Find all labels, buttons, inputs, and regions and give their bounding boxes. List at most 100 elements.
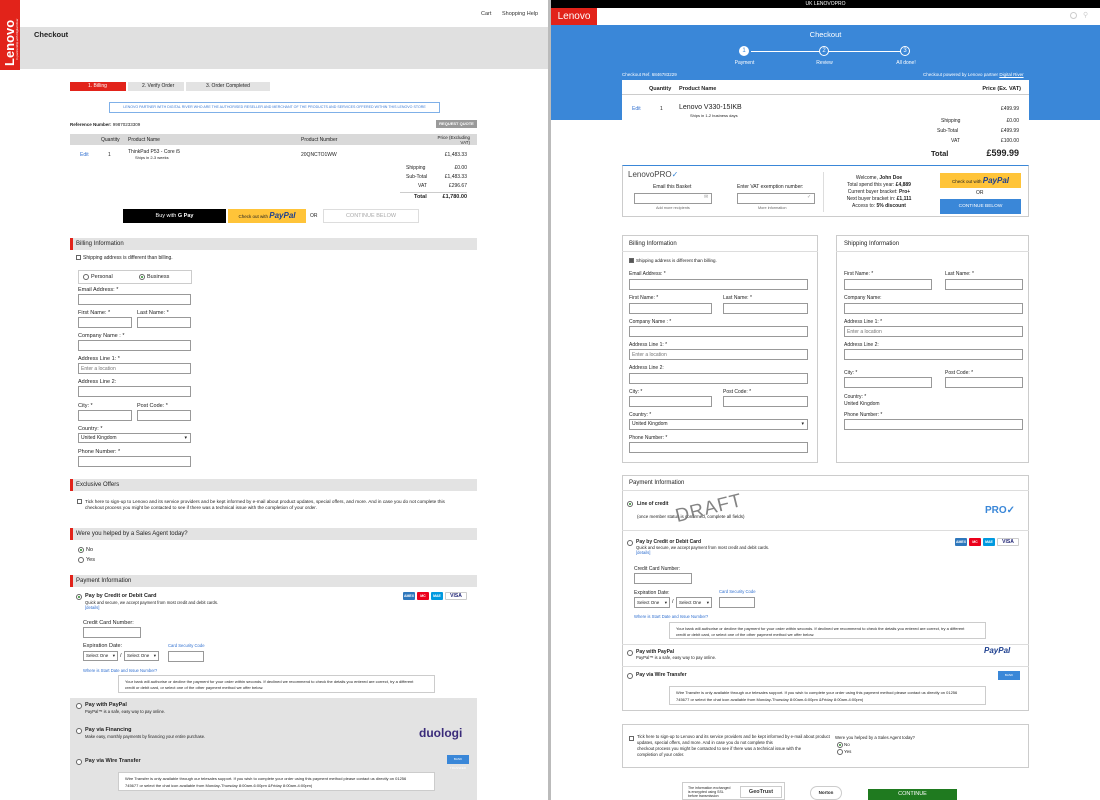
ship-post-code-field[interactable] — [945, 377, 1023, 388]
post-code-field[interactable] — [137, 410, 191, 421]
paypal-radio[interactable] — [627, 650, 633, 656]
ship-phone-field[interactable] — [844, 419, 1023, 430]
csc-link[interactable]: Card Security Code — [168, 643, 205, 648]
paypal-checkout-button[interactable]: Check out with PayPal — [228, 209, 306, 223]
cc-number-field[interactable] — [83, 627, 141, 638]
consent-checkbox[interactable] — [629, 736, 634, 741]
csc-field[interactable] — [168, 651, 204, 662]
country-select[interactable]: United Kingdom ▾ — [78, 433, 191, 443]
ship-address1-field[interactable] — [844, 326, 1023, 337]
exp-year-select[interactable]: Select One ▾ — [124, 651, 159, 661]
email-field[interactable] — [629, 279, 808, 290]
paypal-button-prefix: Check out with — [951, 179, 982, 184]
paypal-radio[interactable] — [76, 703, 82, 709]
cc-number-field[interactable] — [634, 573, 692, 584]
business-radio[interactable] — [139, 274, 145, 280]
vat-exemption-field[interactable] — [737, 193, 815, 204]
phone-field[interactable] — [629, 442, 808, 453]
continue-button[interactable]: CONTINUE — [868, 789, 957, 800]
check-icon[interactable]: ✓ — [807, 194, 811, 200]
address2-field[interactable] — [78, 386, 191, 397]
mail-icon[interactable]: ✉ — [704, 194, 708, 200]
next-bracket-line: Next buyer bracket in: £1,111 — [829, 196, 929, 203]
shipping-label: Shipping — [406, 165, 426, 171]
personal-radio[interactable] — [83, 274, 89, 280]
country-select[interactable]: United Kingdom ▾ — [629, 419, 808, 430]
ship-first-name-field[interactable] — [844, 279, 932, 290]
continue-below-button[interactable]: CONTINUE BELOW — [940, 199, 1021, 214]
city-field[interactable] — [629, 396, 712, 407]
csc-field[interactable] — [719, 597, 755, 608]
company-field[interactable] — [78, 340, 191, 351]
ship-last-name-label: Last Name: * — [945, 271, 974, 277]
row-ships: Ships in 2-3 weeks — [135, 155, 169, 160]
start-date-link[interactable]: Where is Start Date and Issue Number? — [83, 668, 157, 673]
last-name-field[interactable] — [137, 317, 191, 328]
lenovo-logo[interactable]: Lenovo In partnership with Digital River — [0, 0, 20, 70]
amex-icon: AMEX — [403, 592, 415, 600]
exp-month-select[interactable]: Select One ▾ — [634, 597, 670, 608]
help-icon[interactable]: ⚲ — [1083, 11, 1088, 19]
phone-label: Phone Number: * — [78, 449, 121, 455]
card-payment-radio[interactable] — [627, 540, 633, 546]
ship-address2-field[interactable] — [844, 349, 1023, 360]
first-name-field[interactable] — [78, 317, 132, 328]
gpay-button[interactable]: Buy with G Pay — [123, 209, 226, 223]
header-quantity: Quantity — [649, 86, 672, 92]
digital-river-link[interactable]: Digital River — [999, 72, 1023, 77]
ship-last-name-field[interactable] — [945, 279, 1023, 290]
subtotal-label: Sub-Total — [406, 174, 428, 180]
start-date-link[interactable]: Where is Start Date and Issue Number? — [634, 614, 708, 619]
shopping-help-link[interactable]: Shopping Help — [502, 11, 538, 17]
ship-city-field[interactable] — [844, 377, 932, 388]
agent-no-radio[interactable] — [837, 742, 843, 748]
agent-yes-radio[interactable] — [837, 749, 843, 755]
edit-link[interactable]: Edit — [80, 152, 89, 158]
access-line: Access to: 5% discount — [829, 203, 929, 210]
csc-link[interactable]: Card Security Code — [719, 589, 756, 594]
line-of-credit-radio[interactable] — [627, 501, 633, 507]
post-code-field[interactable] — [723, 396, 808, 407]
card-details-link[interactable]: [details] — [85, 605, 99, 610]
exp-year-select[interactable]: Select One ▾ — [676, 597, 712, 608]
chevron-down-icon: ▾ — [153, 653, 156, 658]
address1-field[interactable] — [629, 349, 808, 360]
lenovo-pro-logo: LenovoPRO✓ — [628, 170, 678, 179]
more-information-link[interactable]: More information — [758, 206, 787, 210]
financing-radio[interactable] — [76, 728, 82, 734]
email-field[interactable] — [78, 294, 191, 305]
consent-text-line2: updates, special offers, and more. And i… — [637, 740, 773, 745]
exp-month-select[interactable]: Select One ▾ — [83, 651, 118, 661]
wire-radio[interactable] — [76, 759, 82, 765]
add-recipients-link[interactable]: Add more recipients — [656, 206, 690, 210]
user-icon[interactable] — [1070, 12, 1077, 19]
last-name-field[interactable] — [723, 303, 808, 314]
agent-no-radio[interactable] — [78, 547, 84, 553]
shipping-different-checkbox[interactable] — [76, 255, 81, 260]
continue-below-button[interactable]: CONTINUE BELOW — [323, 209, 419, 223]
ship-company-field[interactable] — [844, 303, 1023, 314]
cart-link[interactable]: Cart — [481, 11, 491, 17]
email-basket-field[interactable] — [634, 193, 712, 204]
edit-link[interactable]: Edit — [632, 106, 641, 112]
lenovo-logo[interactable]: Lenovo — [551, 8, 597, 25]
phone-field[interactable] — [78, 456, 191, 467]
city-field[interactable] — [78, 410, 132, 421]
auth-notice-line2: credit or debit card, or select one of t… — [676, 632, 815, 637]
paypal-checkout-button[interactable]: Check out with PayPal — [940, 173, 1021, 188]
wire-notice-line2: 745677 or select the chat icon available… — [676, 697, 864, 702]
wire-radio[interactable] — [627, 673, 633, 679]
company-field[interactable] — [629, 326, 808, 337]
address2-field[interactable] — [629, 373, 808, 384]
wire-notice: Wire Transfer is only available through … — [118, 772, 435, 791]
request-quote-button[interactable]: REQUEST QUOTE — [436, 120, 477, 128]
card-payment-radio[interactable] — [76, 594, 82, 600]
address1-field[interactable] — [78, 363, 191, 374]
shipping-different-checkbox[interactable] — [629, 258, 634, 263]
first-name-field[interactable] — [629, 303, 712, 314]
card-details-link[interactable]: [details] — [636, 550, 650, 555]
agent-yes-radio[interactable] — [78, 557, 84, 563]
offers-checkbox[interactable] — [77, 499, 82, 504]
access-label: Access to: — [852, 203, 876, 209]
auth-notice: Your bank will authorise or decline the … — [118, 675, 435, 693]
